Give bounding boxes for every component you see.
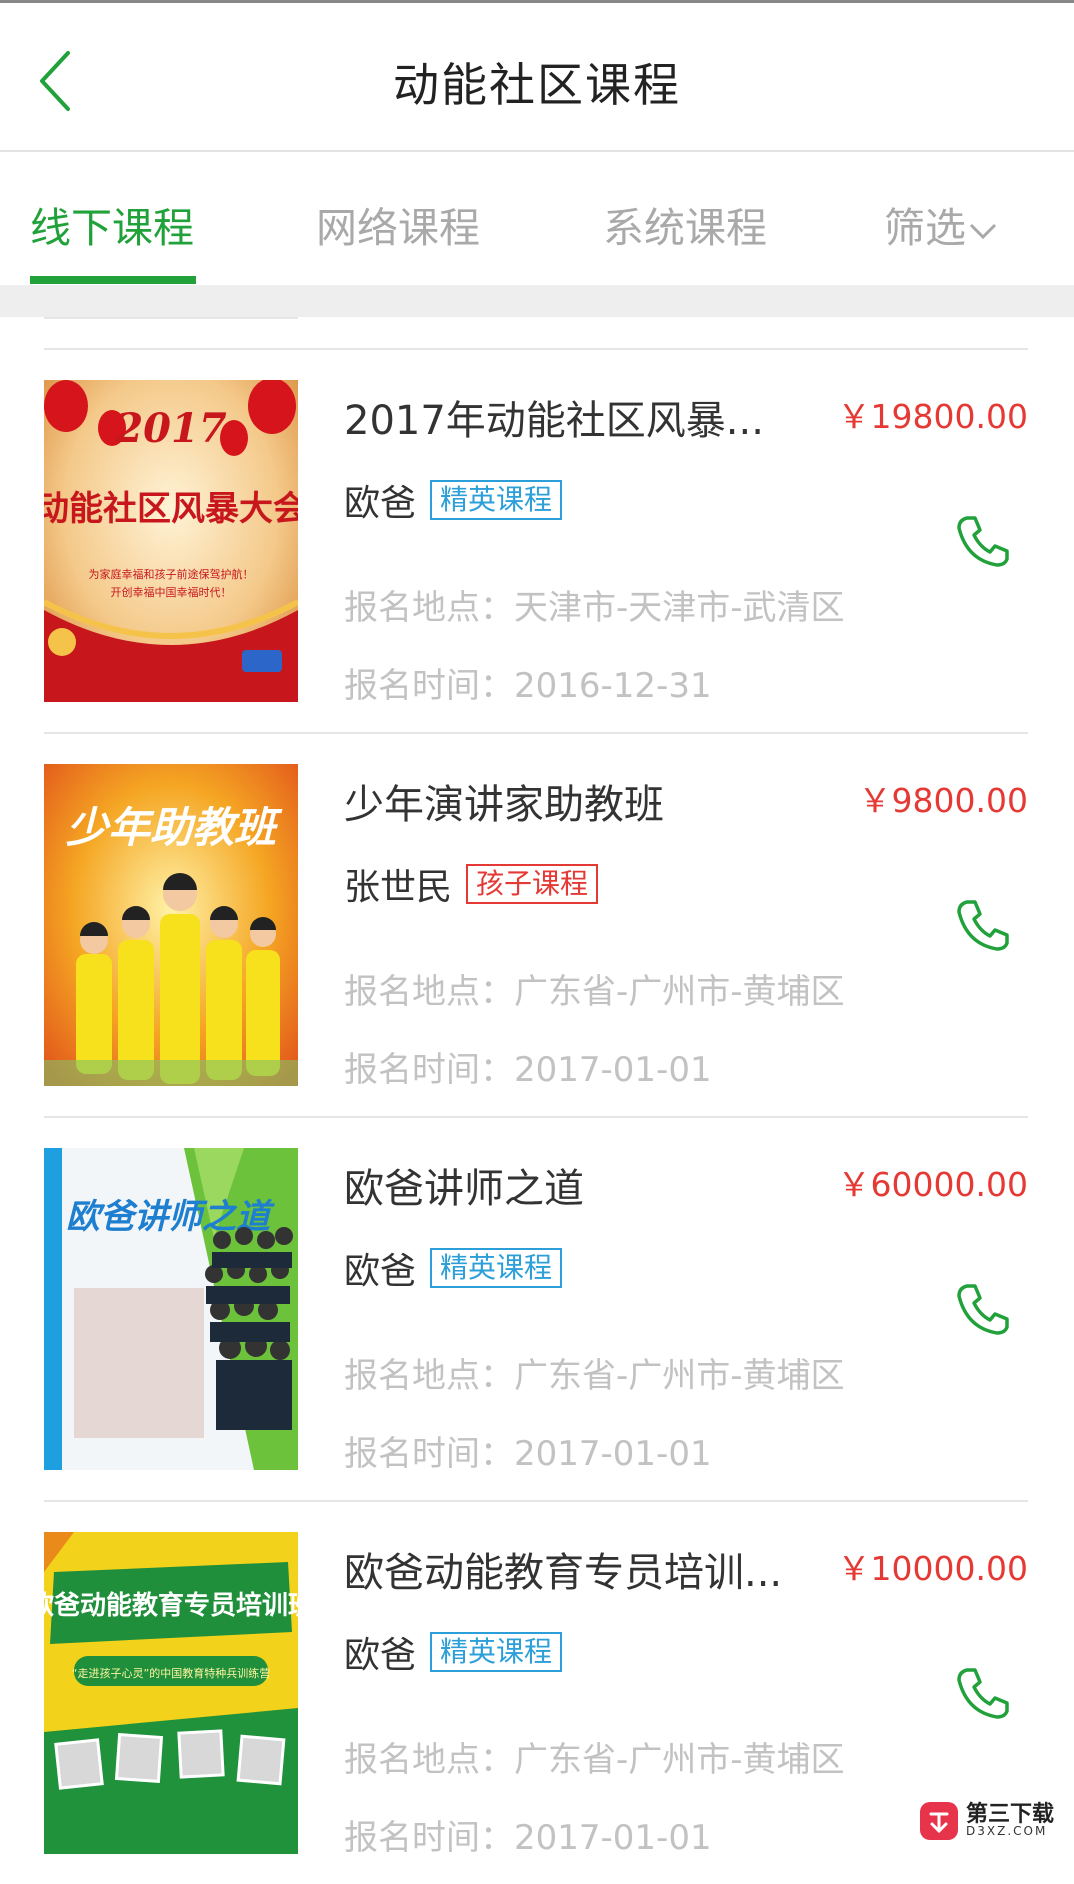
teacher-name: 欧爸 bbox=[344, 1635, 417, 1676]
teacher-name: 欧爸 bbox=[344, 483, 417, 524]
registration-location: 报名地点：广东省-广州市-黄埔区 bbox=[344, 1740, 845, 1780]
phone-call-button[interactable] bbox=[953, 1662, 1013, 1722]
teacher-name: 欧爸 bbox=[344, 1251, 417, 1292]
course-category-badge: 精英课程 bbox=[430, 1248, 563, 1288]
course-thumbnail: 2017 动能社区风暴大会 为家庭幸福和孩子前途保驾护航！ 开创幸福中国幸福时代… bbox=[44, 380, 298, 702]
download-logo-icon bbox=[920, 1802, 958, 1840]
course-tabs: 线下课程 网络课程 系统课程 筛选 bbox=[0, 152, 1074, 285]
course-title: 欧爸讲师之道 bbox=[344, 1166, 584, 1212]
divider bbox=[44, 348, 1028, 350]
thumb-year: 2017 bbox=[114, 405, 226, 452]
watermark-logo: 第三下载 D3XZ.COM bbox=[918, 1796, 1068, 1846]
tab-online-courses[interactable]: 网络课程 bbox=[316, 194, 480, 254]
phone-call-button[interactable] bbox=[953, 894, 1013, 954]
page-title: 动能社区课程 bbox=[393, 58, 681, 112]
thumb-title: 少年助教班 bbox=[66, 803, 283, 852]
section-gap bbox=[0, 285, 1074, 317]
teacher-row: 欧爸 精英课程 bbox=[344, 1242, 563, 1294]
divider bbox=[44, 317, 298, 319]
course-thumbnail: 欧爸动能教育专员培训班 “走进孩子心灵”的中国教育特种兵训练营 bbox=[44, 1532, 298, 1854]
course-title: 2017年动能社区风暴... bbox=[344, 398, 764, 444]
thumb-title: 欧爸动能教育专员培训班 bbox=[44, 1590, 298, 1621]
phone-icon bbox=[957, 1284, 1009, 1335]
phone-call-button[interactable] bbox=[953, 510, 1013, 570]
active-tab-indicator bbox=[30, 276, 196, 284]
course-item[interactable]: 2017 动能社区风暴大会 为家庭幸福和孩子前途保驾护航！ 开创幸福中国幸福时代… bbox=[0, 348, 1074, 732]
thumb-subtitle: 为家庭幸福和孩子前途保驾护航！ bbox=[89, 567, 254, 581]
course-list: 2017 动能社区风暴大会 为家庭幸福和孩子前途保驾护航！ 开创幸福中国幸福时代… bbox=[0, 348, 1074, 1884]
registration-time: 报名时间：2016-12-31 bbox=[344, 666, 712, 706]
registration-location: 报名地点：广东省-广州市-黄埔区 bbox=[344, 972, 845, 1012]
thumb-subtitle-2: 开创幸福中国幸福时代！ bbox=[111, 585, 232, 599]
teacher-name: 张世民 bbox=[344, 867, 453, 908]
course-price: ￥19800.00 bbox=[837, 397, 1028, 436]
course-thumbnail: 欧爸讲师之道 bbox=[44, 1148, 298, 1470]
course-price: ￥9800.00 bbox=[858, 781, 1028, 820]
teacher-row: 欧爸 精英课程 bbox=[344, 1626, 563, 1678]
course-price: ￥10000.00 bbox=[837, 1549, 1028, 1588]
tab-system-courses[interactable]: 系统课程 bbox=[603, 194, 767, 254]
registration-time: 报名时间：2017-01-01 bbox=[344, 1050, 712, 1090]
divider bbox=[44, 1500, 1028, 1502]
tab-offline-courses[interactable]: 线下课程 bbox=[30, 194, 194, 254]
course-title: 欧爸动能教育专员培训... bbox=[344, 1550, 783, 1596]
watermark-url: D3XZ.COM bbox=[966, 1824, 1048, 1838]
teacher-row: 张世民 孩子课程 bbox=[344, 858, 599, 910]
course-item[interactable]: 欧爸讲师之道 欧爸讲师之道 ￥60000.00 欧爸 精英课程 报名地点：广东省… bbox=[0, 1116, 1074, 1500]
thumb-subtitle: “走进孩子心灵”的中国教育特种兵训练营 bbox=[72, 1666, 270, 1680]
divider bbox=[44, 1116, 1028, 1118]
chevron-down-icon bbox=[969, 223, 997, 240]
divider bbox=[44, 732, 1028, 734]
course-price: ￥60000.00 bbox=[837, 1165, 1028, 1204]
course-category-badge: 精英课程 bbox=[430, 1632, 563, 1672]
registration-location: 报名地点：广东省-广州市-黄埔区 bbox=[344, 1356, 845, 1396]
phone-call-button[interactable] bbox=[953, 1278, 1013, 1338]
nav-header: 动能社区课程 bbox=[0, 3, 1074, 152]
registration-time: 报名时间：2017-01-01 bbox=[344, 1818, 712, 1858]
phone-icon bbox=[957, 900, 1009, 951]
tab-filter[interactable]: 筛选 bbox=[884, 194, 998, 254]
course-thumbnail: 少年助教班 bbox=[44, 764, 298, 1086]
phone-icon bbox=[957, 1668, 1009, 1719]
course-category-badge: 精英课程 bbox=[430, 480, 563, 520]
course-title: 少年演讲家助教班 bbox=[344, 782, 664, 828]
registration-location: 报名地点：天津市-天津市-武清区 bbox=[344, 588, 845, 628]
course-category-badge: 孩子课程 bbox=[466, 864, 599, 904]
course-item[interactable]: 欧爸动能教育专员培训班 “走进孩子心灵”的中国教育特种兵训练营 欧爸动能教育专员… bbox=[0, 1500, 1074, 1884]
teacher-row: 欧爸 精英课程 bbox=[344, 474, 563, 526]
registration-time: 报名时间：2017-01-01 bbox=[344, 1434, 712, 1474]
thumb-title: 动能社区风暴大会 bbox=[44, 489, 298, 529]
course-item[interactable]: 少年助教班 少年演讲家助教班 ￥9800.00 张世民 孩子课程 报名地点：广东… bbox=[0, 732, 1074, 1116]
phone-icon bbox=[957, 516, 1009, 567]
filter-label: 筛选 bbox=[884, 204, 966, 252]
